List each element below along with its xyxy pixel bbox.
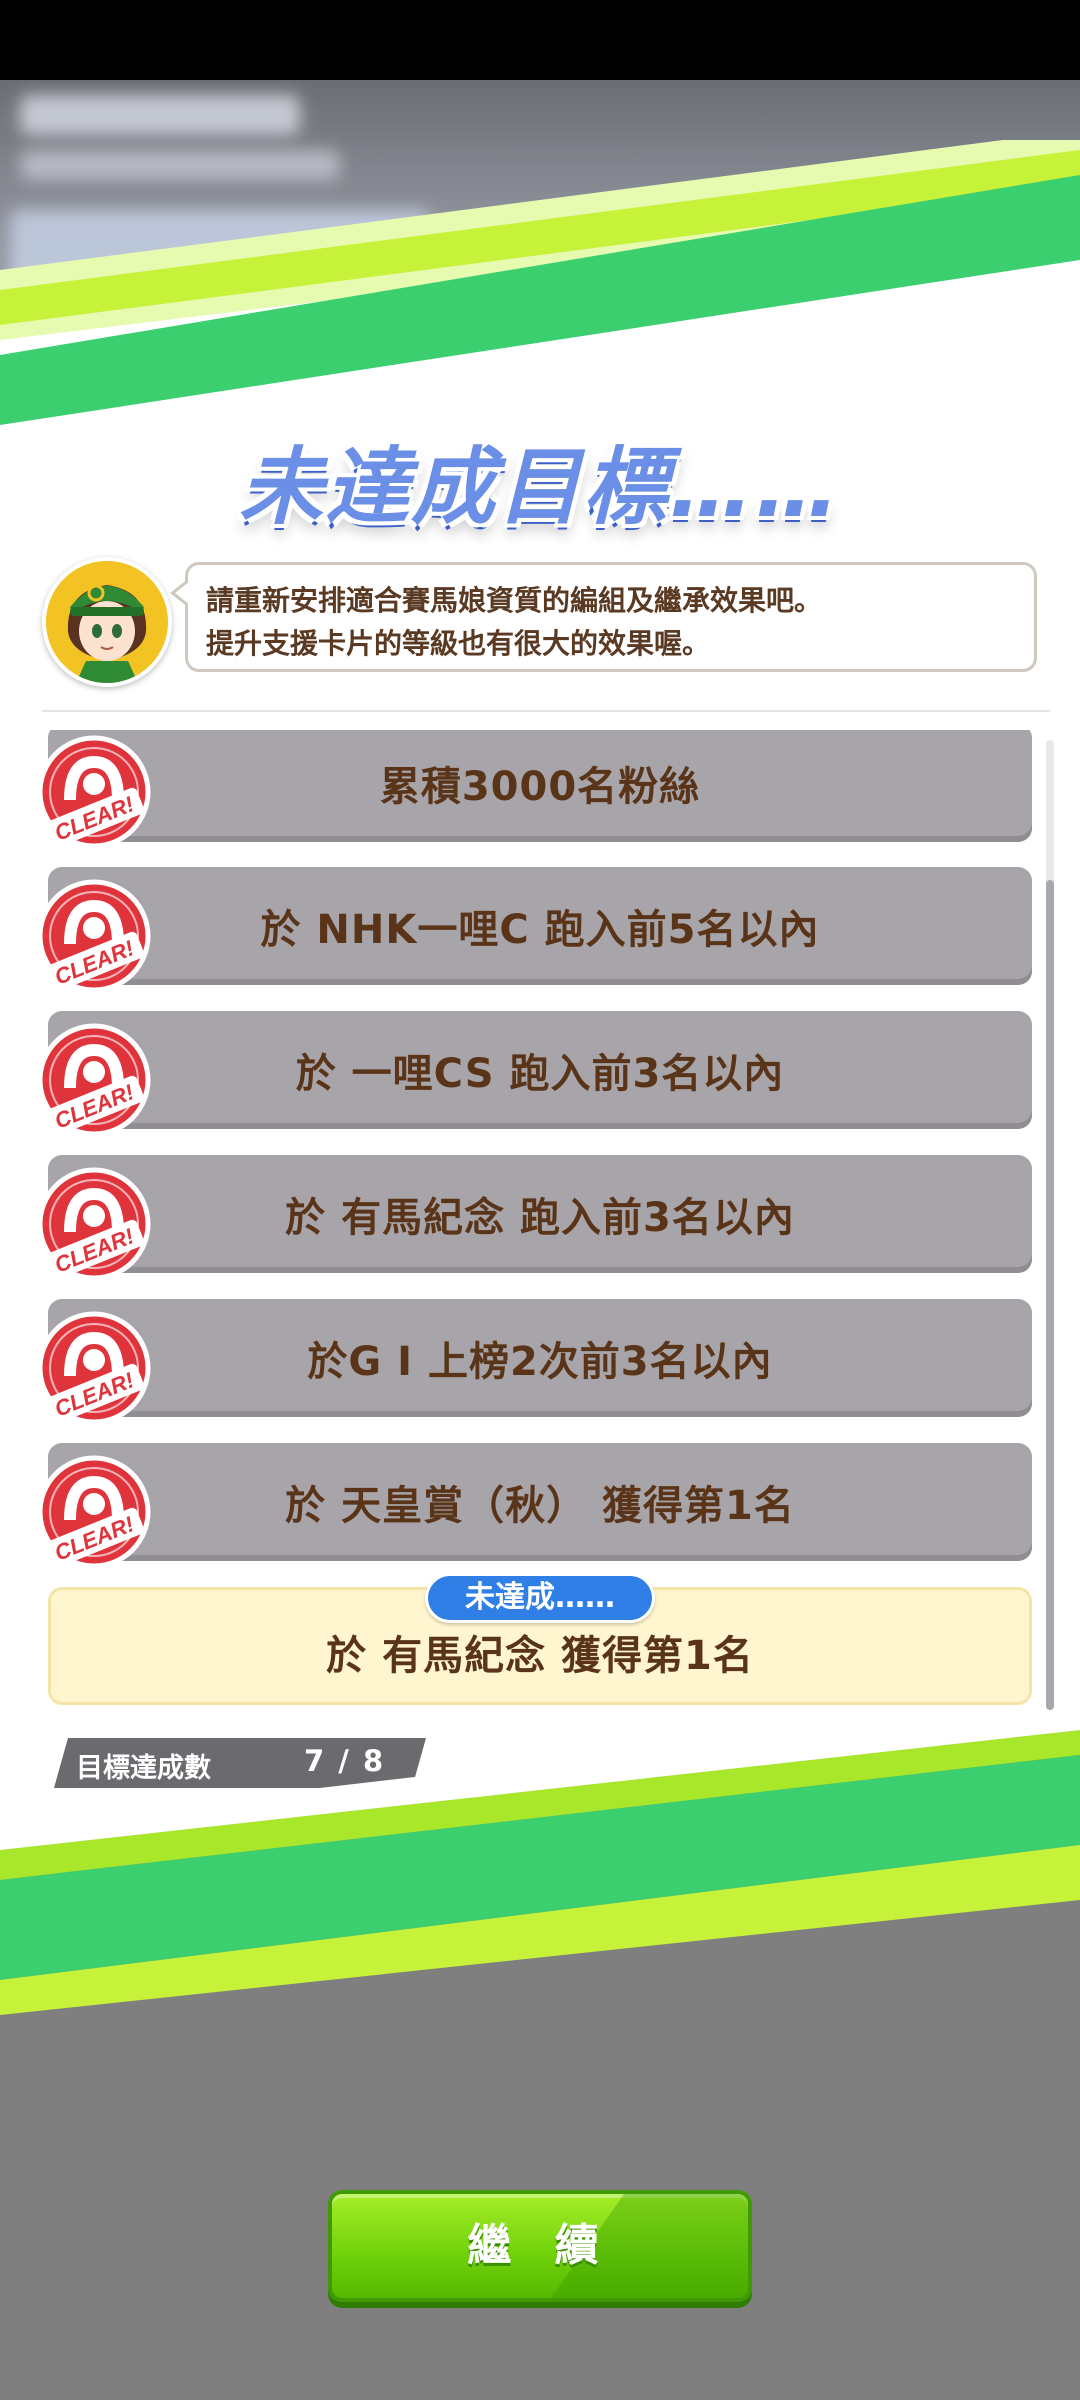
status-bar [0, 0, 1080, 80]
hint-speech-bubble: 請重新安排適合賽馬娘資質的編組及繼承效果吧。 提升支援卡片的等級也有很大的效果喔… [170, 562, 1037, 672]
divider [42, 710, 1050, 712]
hint-line: 請重新安排適合賽馬娘資質的編組及繼承效果吧。 [206, 584, 823, 617]
goal-label: 於 NHK一哩C 跑入前5名以內 [260, 907, 820, 953]
clear-badge-icon: CLEAR! [37, 1023, 151, 1137]
goal-label: 累積3000名粉絲 [379, 764, 701, 810]
goal-label: 於G I 上榜2次前3名以內 [307, 1339, 773, 1385]
clear-badge-icon: CLEAR! [37, 1167, 151, 1281]
goal-row: 於 有馬紀念 跑入前3名以內 [48, 1155, 1032, 1273]
goal-label: 於 天皇賞（秋） 獲得第1名 [285, 1483, 795, 1529]
goal-row: 於 天皇賞（秋） 獲得第1名 [48, 1443, 1032, 1561]
scrollbar-thumb[interactable] [1046, 880, 1054, 1710]
goal-row: 累積3000名粉絲 [48, 730, 1032, 842]
clear-badge-icon: CLEAR! [37, 1311, 151, 1425]
goal-label: 於 有馬紀念 跑入前3名以內 [285, 1195, 795, 1241]
goal-row: 於 一哩CS 跑入前3名以內 [48, 1011, 1032, 1129]
top-stripe-decoration [0, 140, 1080, 430]
continue-button[interactable]: 繼 續 [328, 2190, 752, 2302]
bottom-stripe-decoration [0, 1730, 1080, 2020]
clear-badge-icon: CLEAR! [37, 735, 151, 849]
goal-label: 於 有馬紀念 獲得第1名 [326, 1633, 754, 1679]
goal-row: 於 NHK一哩C 跑入前5名以內 [48, 867, 1032, 985]
continue-button-label: 繼 續 [467, 2220, 613, 2271]
trainer-avatar [42, 557, 172, 687]
goal-list[interactable]: 累積3000名粉絲 於 NHK一哩C 跑入前5名以內 於 一哩CS 跑入前3名以… [0, 730, 1080, 1705]
hint-line: 提升支援卡片的等級也有很大的效果喔。 [206, 627, 711, 660]
not-achieved-tag: 未達成…… [425, 1573, 655, 1623]
clear-badge-icon: CLEAR! [37, 879, 151, 993]
dialog-title: 未達成目標…… [0, 420, 1080, 540]
clear-badge-icon: CLEAR! [37, 1455, 151, 1569]
goal-label: 於 一哩CS 跑入前3名以內 [295, 1051, 785, 1097]
goal-row: 於G I 上榜2次前3名以內 [48, 1299, 1032, 1417]
